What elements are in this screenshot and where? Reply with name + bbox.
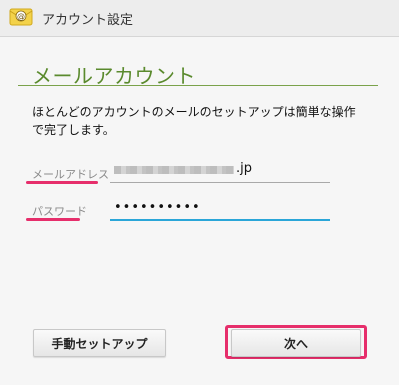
password-label-highlight <box>26 218 80 221</box>
svg-text:@: @ <box>17 12 25 21</box>
app-title: アカウント設定 <box>42 13 134 28</box>
email-domain-suffix: .jp <box>236 161 252 176</box>
manual-setup-button[interactable]: 手動セットアップ <box>33 329 166 357</box>
email-field[interactable]: .jp <box>110 160 330 183</box>
setup-description: ほとんどのアカウントのメールのセットアップは簡単な操作で完了します。 <box>32 105 356 137</box>
next-button[interactable]: 次へ <box>231 329 361 357</box>
email-app-icon[interactable]: @ <box>9 5 33 29</box>
email-label-highlight <box>26 181 98 184</box>
blurred-email-local-part <box>114 166 234 174</box>
password-label: パスワード <box>32 205 87 218</box>
title-bar: @ アカウント設定 <box>0 0 399 37</box>
heading-divider <box>18 85 378 86</box>
password-field[interactable]: •••••••••• <box>110 197 330 221</box>
password-masked-value: •••••••••• <box>114 200 201 215</box>
email-label: メールアドレス <box>32 168 109 181</box>
